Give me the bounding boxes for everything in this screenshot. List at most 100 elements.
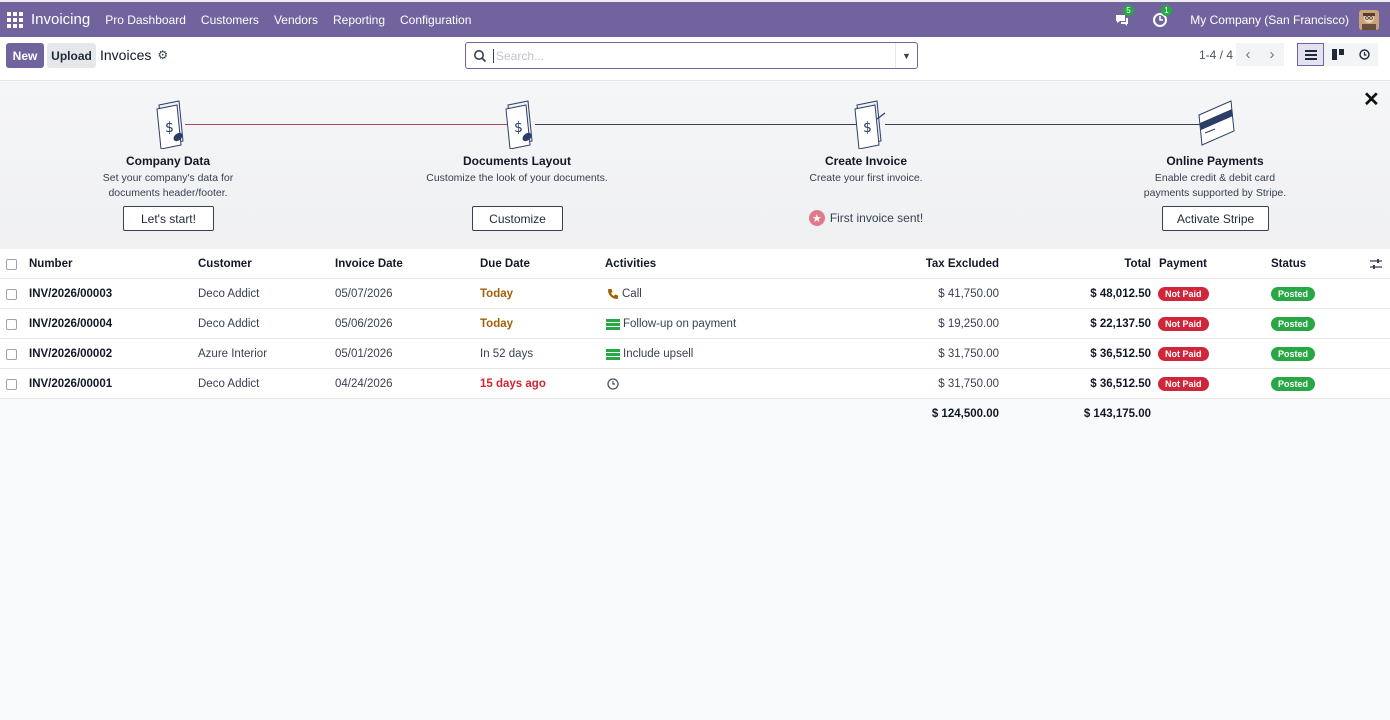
activity-label: Call xyxy=(622,288,642,300)
close-icon[interactable]: ✕ xyxy=(1363,87,1380,112)
money-icon xyxy=(606,318,620,330)
menu-vendors[interactable]: Vendors xyxy=(274,13,318,27)
table-row[interactable]: INV/2026/00002 Azure Interior 05/01/2026… xyxy=(0,339,1390,369)
status-badge: Posted xyxy=(1271,377,1316,391)
onboarding-panel: ✕ $ Company Data Set your company's data… xyxy=(0,82,1390,249)
step-description: Create your first invoice. xyxy=(809,172,923,184)
activity-cell[interactable]: Follow-up on payment xyxy=(606,309,736,339)
menu-pro-dashboard[interactable]: Pro Dashboard xyxy=(105,13,186,27)
invoice-number: INV/2026/00003 xyxy=(29,288,113,300)
credit-card-icon xyxy=(1198,100,1235,146)
tax-excluded: $ 31,750.00 xyxy=(938,348,999,360)
row-checkbox[interactable] xyxy=(6,378,17,390)
lets-start-button[interactable]: Let's start! xyxy=(123,206,214,231)
step-description: Customize the look of your documents. xyxy=(426,172,608,184)
activity-cell[interactable]: Include upsell xyxy=(606,339,693,369)
tax-excluded: $ 19,250.00 xyxy=(938,318,999,330)
search-options-toggle[interactable]: ▼ xyxy=(895,43,917,68)
column-invoice-date[interactable]: Invoice Date xyxy=(335,249,403,279)
new-button[interactable]: New xyxy=(6,43,44,68)
row-checkbox[interactable] xyxy=(6,288,17,300)
customer-name: Deco Addict xyxy=(198,318,260,330)
column-status[interactable]: Status xyxy=(1271,249,1306,279)
customize-button[interactable]: Customize xyxy=(472,206,563,231)
star-icon: ★ xyxy=(808,210,825,226)
customer-name: Azure Interior xyxy=(198,348,268,360)
search-input[interactable] xyxy=(493,48,883,63)
step-title: Company Data xyxy=(125,154,211,168)
table-footer-totals: $ 124,500.00 $ 143,175.00 xyxy=(0,399,1390,429)
total-amount: $ 36,512.50 xyxy=(1090,378,1151,390)
activate-stripe-button[interactable]: Activate Stripe xyxy=(1162,206,1269,231)
table-row[interactable]: INV/2026/00004 Deco Addict 05/06/2026 To… xyxy=(0,309,1390,339)
activities-count-badge: 1 xyxy=(1161,4,1172,16)
menu-customers[interactable]: Customers xyxy=(201,13,259,27)
payment-status-badge: Not Paid xyxy=(1158,287,1209,301)
gear-icon[interactable]: ⚙ xyxy=(157,48,168,62)
pager-value[interactable]: 1-4 / 4 xyxy=(1199,48,1233,62)
pager-previous-button[interactable]: ‹ xyxy=(1236,43,1260,66)
table-row[interactable]: INV/2026/00003 Deco Addict 05/07/2026 To… xyxy=(0,279,1390,309)
activity-cell[interactable]: Call xyxy=(607,279,642,309)
step-description: Enable credit & debit card payments supp… xyxy=(1143,172,1287,199)
page-title: Invoices xyxy=(100,47,152,63)
invoice-number: INV/2026/00004 xyxy=(29,318,113,330)
optional-columns-toggle[interactable] xyxy=(1370,249,1382,279)
activity-label: Follow-up on payment xyxy=(623,318,737,330)
column-activities[interactable]: Activities xyxy=(605,249,656,279)
user-avatar[interactable] xyxy=(1359,9,1379,30)
payment-status-badge: Not Paid xyxy=(1158,317,1209,331)
select-all-checkbox[interactable] xyxy=(6,258,17,270)
chevron-right-icon: › xyxy=(1269,46,1275,63)
list-icon xyxy=(1304,49,1317,60)
due-date: Today xyxy=(480,288,514,300)
invoice-date: 05/01/2026 xyxy=(335,348,393,360)
activity-label: Include upsell xyxy=(623,348,694,360)
list-view-button[interactable] xyxy=(1297,43,1324,66)
tax-excluded-sum: $ 124,500.00 xyxy=(931,408,999,420)
table-row[interactable]: INV/2026/00001 Deco Addict 04/24/2026 15… xyxy=(0,369,1390,399)
invoice-number: INV/2026/00001 xyxy=(29,378,113,390)
progress-line-done xyxy=(185,124,515,125)
total-amount: $ 36,512.50 xyxy=(1090,348,1151,360)
activity-cell[interactable] xyxy=(607,369,622,399)
menu-configuration[interactable]: Configuration xyxy=(400,13,471,27)
upload-button[interactable]: Upload xyxy=(47,43,96,68)
messages-count-badge: 5 xyxy=(1123,4,1134,16)
first-invoice-sent-label: First invoice sent! xyxy=(829,211,924,225)
total-amount: $ 48,012.50 xyxy=(1090,288,1151,300)
company-switcher[interactable]: My Company (San Francisco) xyxy=(1190,13,1349,27)
kanban-view-button[interactable] xyxy=(1324,43,1351,66)
invoice-date: 04/24/2026 xyxy=(335,378,393,390)
row-checkbox[interactable] xyxy=(6,348,17,360)
apps-menu-icon[interactable] xyxy=(7,11,23,28)
column-customer[interactable]: Customer xyxy=(198,249,252,279)
menu-reporting[interactable]: Reporting xyxy=(333,13,385,27)
kanban-icon xyxy=(1331,49,1344,60)
search-icon xyxy=(474,49,487,62)
chevron-left-icon: ‹ xyxy=(1245,46,1251,63)
column-total[interactable]: Total xyxy=(1040,249,1151,279)
step-title: Documents Layout xyxy=(462,154,571,168)
document-dollar-icon: $ xyxy=(156,100,184,149)
activity-view-button[interactable] xyxy=(1351,43,1378,66)
document-dollar-icon: $ xyxy=(854,100,886,149)
step-done-status: ★ First invoice sent! xyxy=(746,210,986,226)
pager-next-button[interactable]: › xyxy=(1260,43,1284,66)
column-tax-excluded[interactable]: Tax Excluded xyxy=(880,249,999,279)
column-payment[interactable]: Payment xyxy=(1159,249,1207,279)
caret-down-icon: ▼ xyxy=(902,50,911,61)
app-name[interactable]: Invoicing xyxy=(31,11,90,28)
customer-name: Deco Addict xyxy=(198,288,260,300)
activities-clock-icon[interactable]: 1 xyxy=(1152,4,1172,28)
tax-excluded: $ 41,750.00 xyxy=(938,288,999,300)
svg-text:$: $ xyxy=(514,120,523,136)
svg-text:$: $ xyxy=(863,120,872,136)
messages-icon[interactable]: 5 xyxy=(1114,4,1134,28)
search-bar: ▼ xyxy=(465,42,918,69)
row-checkbox[interactable] xyxy=(6,318,17,330)
due-date: Today xyxy=(480,318,514,330)
column-number[interactable]: Number xyxy=(29,249,72,279)
clock-icon[interactable] xyxy=(607,378,619,390)
column-due-date[interactable]: Due Date xyxy=(480,249,530,279)
